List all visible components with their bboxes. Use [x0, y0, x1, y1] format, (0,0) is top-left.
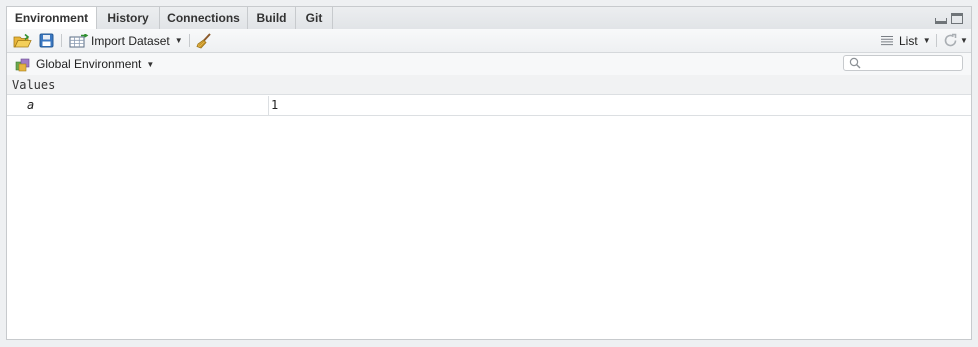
load-workspace-button[interactable]	[13, 29, 33, 52]
clear-workspace-button[interactable]	[195, 29, 213, 52]
toolbar-separator	[189, 34, 190, 47]
environment-selector-label: Global Environment	[36, 57, 142, 71]
variable-value: 1	[271, 98, 279, 112]
tab-history[interactable]: History	[97, 7, 160, 29]
toolbar-separator	[61, 34, 62, 47]
refresh-button[interactable]: ▼	[943, 29, 968, 52]
search-icon	[849, 57, 861, 69]
window-controls	[935, 13, 963, 24]
chevron-down-icon: ▼	[960, 36, 968, 45]
minimize-pane-icon[interactable]	[935, 18, 947, 24]
chevron-down-icon: ▼	[174, 36, 183, 45]
save-workspace-button[interactable]	[39, 29, 54, 52]
chevron-down-icon: ▼	[146, 59, 155, 69]
tab-connections[interactable]: Connections	[160, 7, 248, 29]
list-icon	[881, 36, 893, 46]
import-dataset-icon	[69, 33, 89, 47]
toolbar-separator	[936, 34, 937, 47]
environment-selector[interactable]: Global Environment ▼	[15, 53, 154, 75]
broom-icon	[196, 32, 211, 48]
search-box[interactable]	[843, 55, 963, 71]
environment-icon	[15, 58, 30, 71]
open-folder-icon	[13, 33, 32, 47]
tab-git[interactable]: Git	[296, 7, 333, 29]
refresh-icon	[944, 33, 957, 47]
import-dataset-button[interactable]: Import Dataset ▼	[69, 29, 183, 52]
tab-bar: Environment History Connections Build Gi…	[7, 7, 971, 30]
column-divider	[268, 96, 269, 115]
variable-name: a	[27, 98, 35, 112]
toolbar: Import Dataset ▼ List ▼ ▼	[7, 29, 971, 53]
save-icon	[39, 33, 54, 48]
table-row[interactable]: a 1	[7, 96, 971, 116]
chevron-down-icon: ▼	[922, 36, 931, 45]
view-mode-menu[interactable]: List ▼	[881, 29, 931, 52]
view-mode-label: List	[899, 33, 918, 48]
search-input[interactable]	[864, 57, 958, 69]
environment-pane: Environment History Connections Build Gi…	[6, 6, 972, 340]
import-dataset-label: Import Dataset	[91, 33, 170, 48]
section-header-values: Values	[7, 75, 971, 95]
tab-environment[interactable]: Environment	[7, 7, 97, 30]
tab-build[interactable]: Build	[248, 7, 296, 29]
maximize-pane-icon[interactable]	[951, 13, 963, 24]
environment-bar: Global Environment ▼	[7, 53, 971, 76]
